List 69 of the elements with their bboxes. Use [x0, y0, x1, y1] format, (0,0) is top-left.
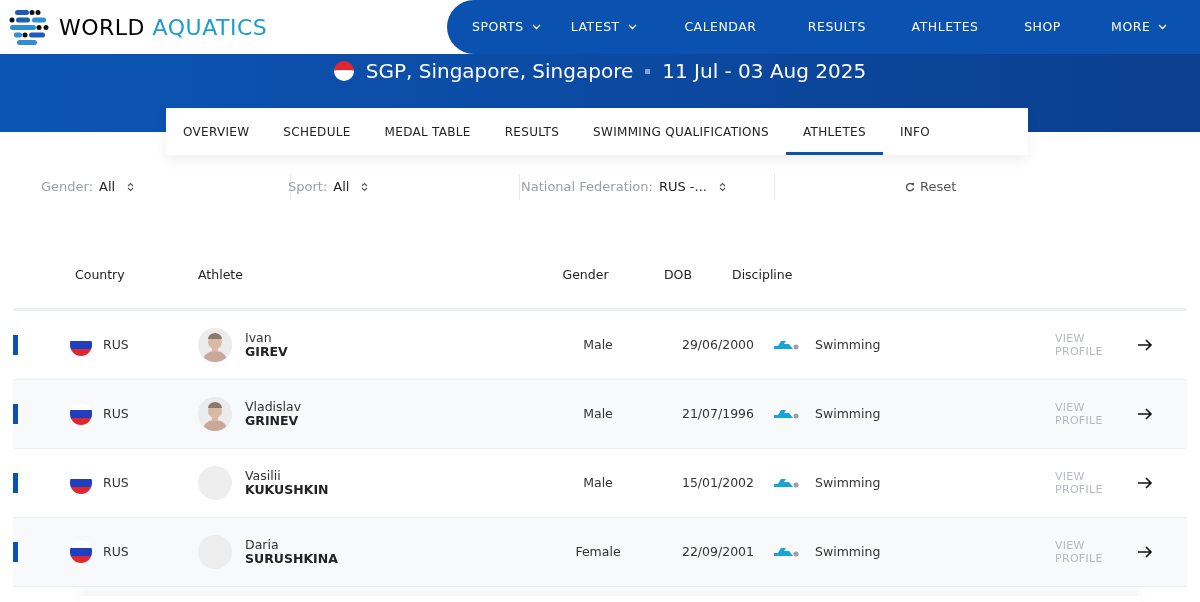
event-location: SGP, Singapore, Singapore — [365, 58, 634, 85]
column-header: DOB — [662, 265, 693, 284]
table-cell-text: Swimming — [815, 335, 882, 354]
swimmer-icon — [773, 477, 799, 489]
logo-icon — [9, 9, 49, 45]
column-header: Country — [75, 265, 126, 284]
reset-button[interactable]: Reset — [905, 177, 957, 197]
table-cell-text: Male — [582, 404, 614, 423]
first-name: Vasilii — [245, 469, 282, 483]
row-marker — [13, 335, 18, 355]
tab[interactable]: ATHLETES — [786, 108, 883, 155]
sort-arrows-icon — [361, 182, 369, 192]
nav-link[interactable]: SHOP — [1024, 17, 1112, 37]
sort-arrows-icon — [718, 182, 726, 192]
row-marker — [13, 473, 18, 493]
flag-icon — [70, 541, 92, 563]
nav-link[interactable]: MORE — [1111, 17, 1200, 37]
filter-dropdown[interactable]: Sport: All — [288, 174, 520, 200]
table-cell-text: Swimming — [815, 542, 882, 561]
tab[interactable]: INFO — [882, 108, 947, 155]
arrow-right-icon[interactable] — [1137, 408, 1153, 420]
arrow-right-icon[interactable] — [1137, 477, 1153, 489]
flag-icon — [70, 403, 92, 425]
row-marker — [13, 404, 18, 424]
refresh-icon — [905, 182, 915, 192]
tab[interactable]: SWIMMING QUALIFICATIONS — [576, 108, 787, 155]
table-cell-text: RUS — [103, 542, 130, 561]
table-cell-text: 15/01/2002 — [680, 473, 755, 492]
last-name: KUKUSHKIN — [245, 483, 330, 497]
table-cell-text: RUS — [103, 404, 130, 423]
table-cell-text: 22/09/2001 — [680, 542, 755, 561]
flag-icon — [333, 61, 354, 81]
logo-wordmark[interactable]: WORLD AQUATICS — [59, 10, 268, 44]
table-cell-text: Swimming — [815, 473, 882, 492]
table-cell-text: RUS — [103, 473, 130, 492]
first-name: Vladislav — [245, 400, 303, 414]
nav-link[interactable]: CALENDAR — [684, 17, 808, 37]
table-cell-text: 21/07/1996 — [680, 404, 755, 423]
table-cell-text: RUS — [103, 335, 130, 354]
nav-link[interactable]: RESULTS — [807, 17, 912, 37]
first-name: Daria — [245, 538, 280, 552]
column-header: Discipline — [732, 265, 794, 284]
tab[interactable]: MEDAL TABLE — [367, 108, 488, 155]
tab[interactable]: RESULTS — [487, 108, 577, 155]
column-header: Athlete — [198, 265, 244, 284]
arrow-right-icon[interactable] — [1137, 339, 1153, 351]
first-name: Ivan — [245, 331, 273, 345]
table-cell-text: Female — [574, 542, 622, 561]
table-cell-text: Male — [582, 335, 614, 354]
column-header: Gender — [561, 265, 610, 284]
table-cell-text: Male — [582, 473, 614, 492]
nav-link[interactable]: ATHLETES — [911, 17, 1025, 37]
event-dates: 11 Jul - 03 Aug 2025 — [662, 58, 867, 85]
nav-link[interactable]: LATEST — [570, 17, 685, 37]
row-marker — [13, 542, 18, 562]
swimmer-icon — [773, 339, 799, 351]
last-name: GRINEV — [245, 414, 300, 428]
table-cell-text: 29/06/2000 — [680, 335, 755, 354]
last-name: SURUSHKINA — [245, 552, 339, 566]
last-name: GIREV — [245, 345, 289, 359]
swimmer-icon — [773, 546, 799, 558]
swimmer-icon — [773, 408, 799, 420]
table-cell-text: Swimming — [815, 404, 882, 423]
sort-arrows-icon — [127, 182, 135, 192]
arrow-right-icon[interactable] — [1137, 546, 1153, 558]
tab[interactable]: OVERVIEW — [166, 108, 267, 155]
tab[interactable]: SCHEDULE — [266, 108, 368, 155]
filter-dropdown[interactable]: National Federation: RUS -... — [521, 174, 775, 200]
nav-link[interactable]: SPORTS — [472, 17, 571, 37]
